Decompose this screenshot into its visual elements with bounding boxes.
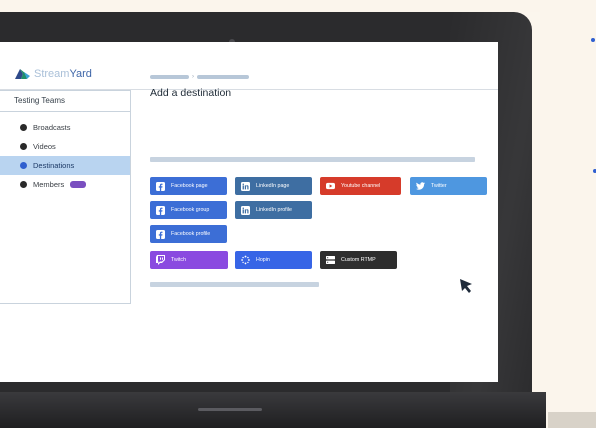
destination-button-twitch[interactable]: Twitch (150, 251, 228, 269)
mouse-cursor-icon (459, 278, 474, 299)
facebook-icon (156, 205, 165, 215)
breadcrumb-separator: › (192, 74, 194, 80)
table-edge (548, 412, 596, 428)
destination-label: Twitch (171, 257, 187, 263)
facebook-icon (156, 229, 165, 239)
destination-label: Twitter (431, 183, 447, 189)
breadcrumb-item[interactable] (197, 75, 249, 79)
sidebar-item-broadcasts[interactable]: Broadcasts (0, 118, 130, 137)
breadcrumb: › (150, 74, 249, 80)
destination-label: Facebook group (171, 207, 210, 213)
destination-label: Custom RTMP (341, 257, 376, 263)
destination-button-linkedin-profile[interactable]: LinkedIn profile (235, 201, 312, 219)
hopin-icon (241, 255, 250, 265)
linkedin-icon (241, 205, 250, 215)
placeholder-bar (150, 282, 319, 287)
destination-label: Youtube channel (341, 183, 381, 189)
bullet-icon (20, 162, 27, 169)
members-badge (70, 181, 87, 188)
breadcrumb-item[interactable] (150, 75, 189, 79)
sidebar-item-label: Destinations (33, 161, 75, 170)
laptop-screen: Stream Yard Testing Teams Broadcasts Vide… (0, 42, 498, 382)
destination-button-youtube-channel[interactable]: Youtube channel (320, 177, 401, 195)
decorative-dot (591, 38, 595, 42)
page-title: Add a destination (150, 87, 232, 99)
sidebar-item-label: Members (33, 180, 65, 189)
placeholder-bar (150, 157, 475, 162)
sidebar-item-label: Videos (33, 142, 56, 151)
destination-button-custom-rtmp[interactable]: Custom RTMP (320, 251, 397, 269)
sidebar-item-destinations[interactable]: Destinations (0, 156, 130, 175)
facebook-icon (156, 181, 165, 191)
youtube-icon (326, 182, 335, 191)
team-name[interactable]: Testing Teams (0, 91, 130, 112)
streamyard-logo-icon (13, 67, 31, 80)
destination-label: Hopin (256, 257, 270, 263)
bullet-icon (20, 124, 27, 131)
brand-name-part2: Yard (69, 67, 92, 80)
destination-label: Facebook page (171, 183, 208, 189)
sidebar: Testing Teams Broadcasts Videos Destinat… (0, 90, 131, 304)
rtmp-icon (326, 256, 335, 265)
destination-button-facebook-page[interactable]: Facebook page (150, 177, 227, 195)
destination-button-linkedin-page[interactable]: LinkedIn page (235, 177, 312, 195)
destination-button-facebook-group[interactable]: Facebook group (150, 201, 227, 219)
destination-button-twitter[interactable]: Twitter (410, 177, 487, 195)
linkedin-icon (241, 181, 250, 191)
brand-name-part1: Stream (34, 67, 70, 80)
brand-logo[interactable]: Stream Yard (13, 67, 92, 80)
sidebar-item-videos[interactable]: Videos (0, 137, 130, 156)
laptop-base (0, 392, 546, 428)
sidebar-item-members[interactable]: Members (0, 175, 130, 194)
sidebar-item-label: Broadcasts (33, 123, 71, 132)
twitter-icon (416, 182, 425, 191)
twitch-icon (156, 255, 165, 265)
destination-label: LinkedIn page (256, 183, 290, 189)
destination-button-facebook-profile[interactable]: Facebook profile (150, 225, 227, 243)
destination-label: LinkedIn profile (256, 207, 292, 213)
destination-label: Facebook profile (171, 231, 211, 237)
bullet-icon (20, 181, 27, 188)
bullet-icon (20, 143, 27, 150)
laptop-base-notch (198, 408, 262, 411)
destination-button-hopin[interactable]: Hopin (235, 251, 312, 269)
